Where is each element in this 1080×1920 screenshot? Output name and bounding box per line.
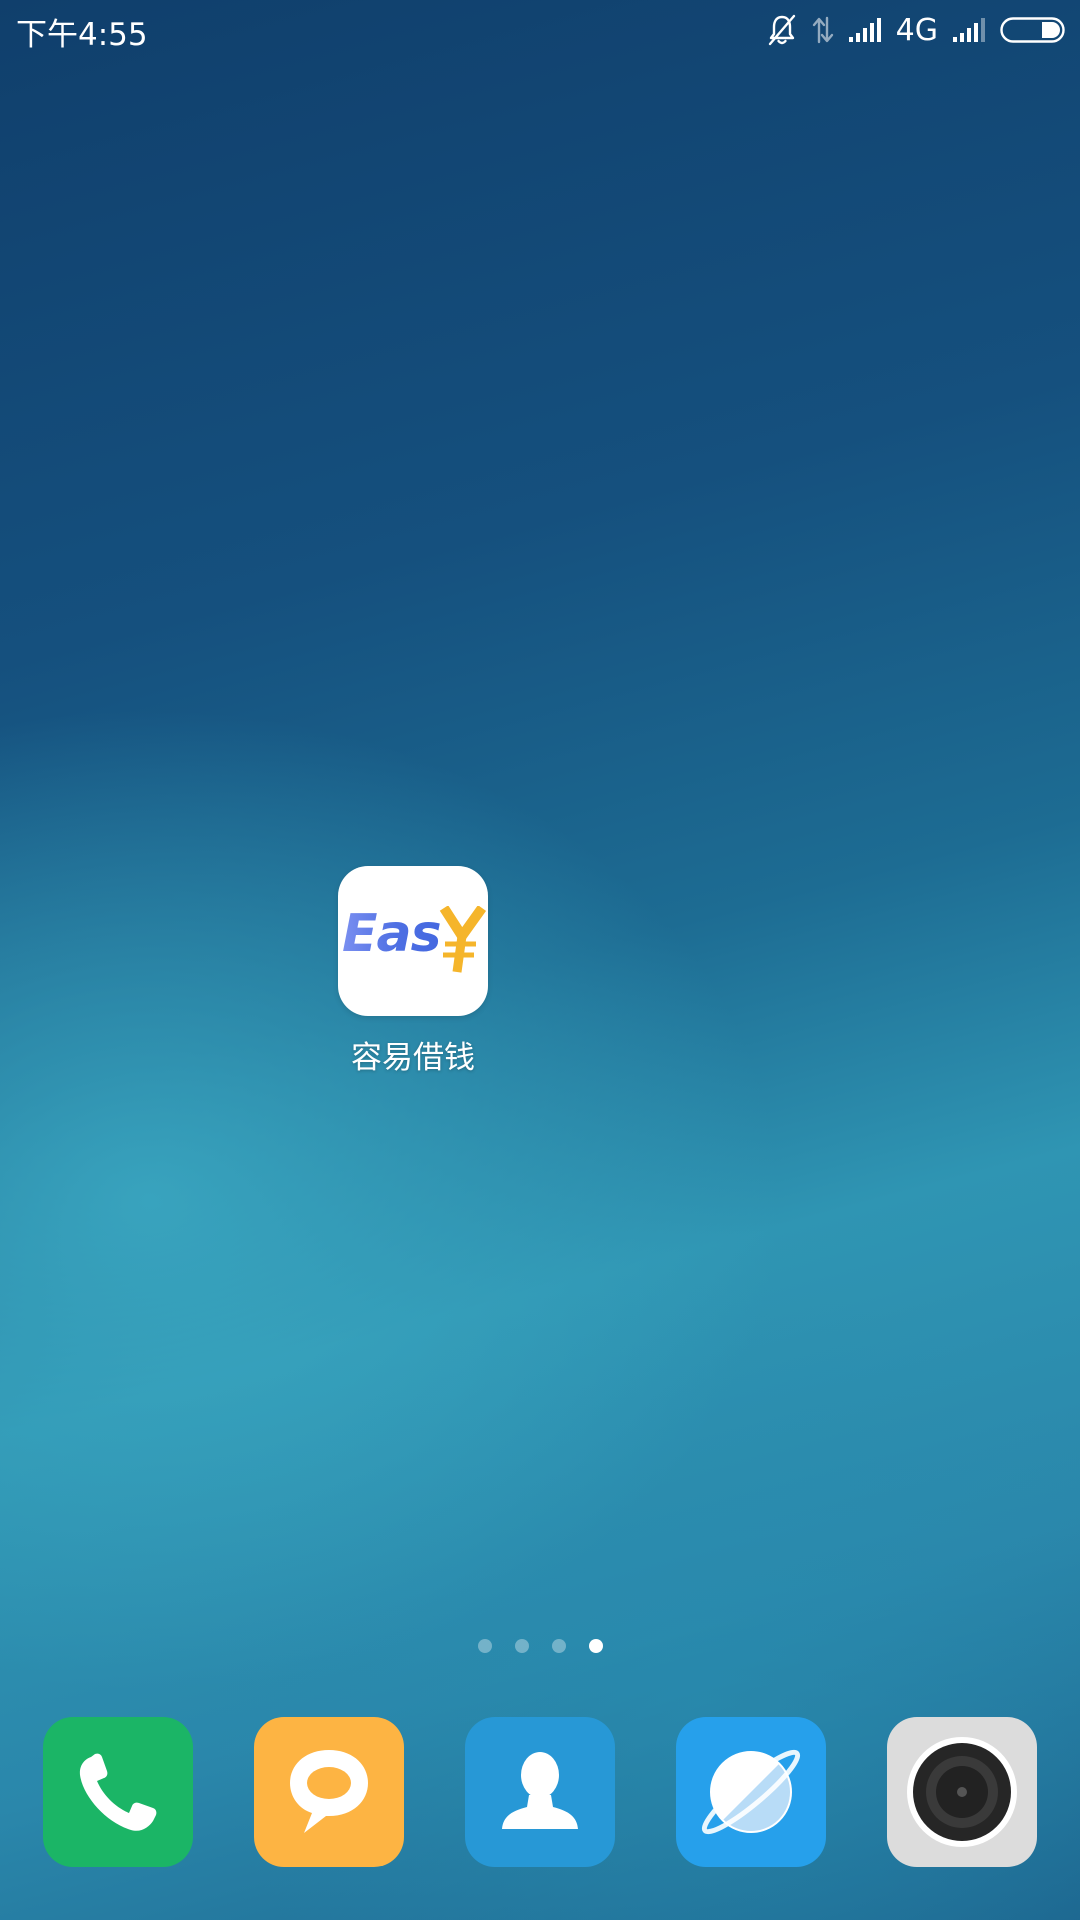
phone-icon: [79, 1753, 157, 1831]
status-time: 下午4:55: [16, 17, 148, 53]
network-type-label: 4G: [895, 12, 938, 48]
dock-app-browser[interactable]: [676, 1717, 826, 1867]
signal-icon: [848, 18, 881, 42]
page-indicator: [0, 1639, 1080, 1653]
page-dot[interactable]: [477, 1639, 492, 1653]
app-label: 容易借钱: [351, 1040, 475, 1076]
battery-icon: [1000, 17, 1065, 43]
app-easy-loan[interactable]: Eas 容易借钱: [338, 866, 488, 1077]
page-dot[interactable]: [551, 1639, 566, 1653]
signal-icon-2: [953, 18, 985, 42]
contacts-icon: [502, 1752, 578, 1829]
mute-bell-icon: [768, 14, 795, 46]
page-dot-active[interactable]: [588, 1639, 603, 1653]
yen-icon: [439, 906, 486, 973]
status-bar: 下午4:55 4G: [0, 0, 1080, 60]
page-dot[interactable]: [514, 1639, 529, 1653]
data-transfer-icon: [812, 16, 833, 44]
dock-app-phone[interactable]: [43, 1717, 193, 1867]
easy-loan-app-icon[interactable]: Eas: [338, 866, 488, 1016]
status-icons: 4G: [766, 10, 1066, 50]
browser-icon: [701, 1749, 801, 1835]
dock-app-contacts[interactable]: [465, 1717, 615, 1867]
dock-app-messages[interactable]: [254, 1717, 404, 1867]
dock: [43, 1717, 1037, 1867]
camera-icon: [907, 1737, 1017, 1847]
app-icon-logo-text: Eas: [342, 904, 442, 964]
messages-icon: [290, 1750, 368, 1833]
dock-app-camera[interactable]: [887, 1717, 1037, 1867]
